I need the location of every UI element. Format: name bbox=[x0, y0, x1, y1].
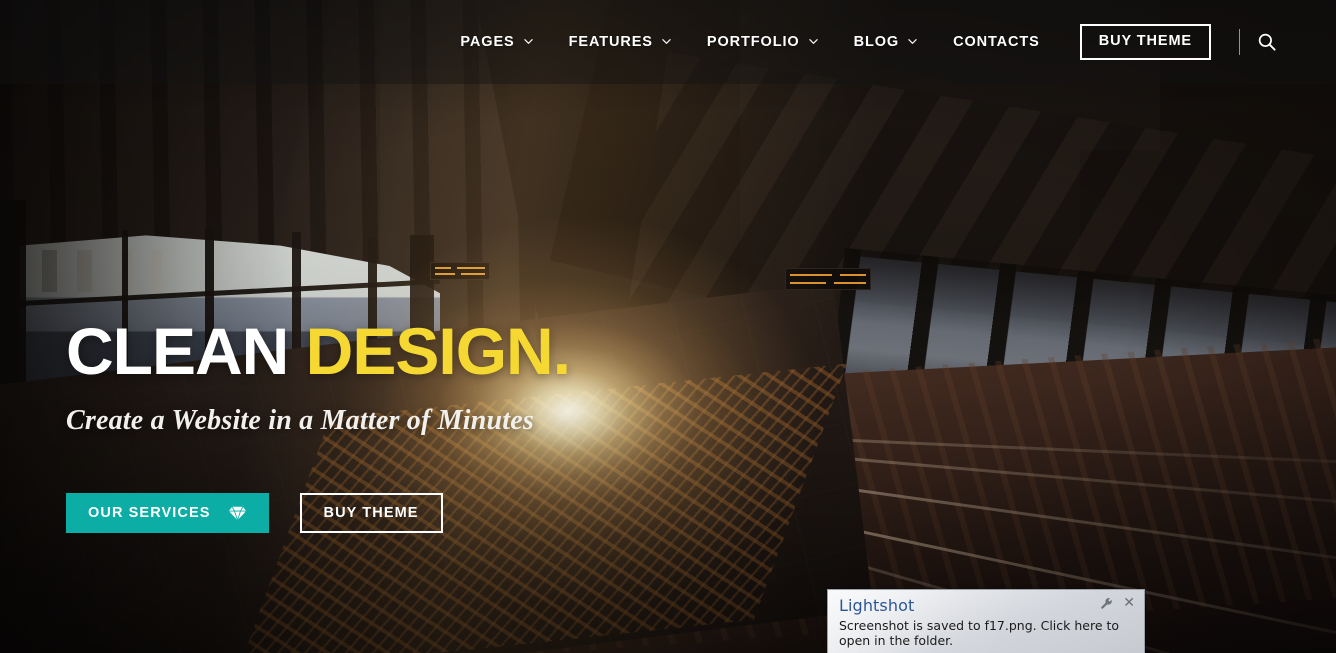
nav-item-features[interactable]: FEATURES bbox=[551, 0, 689, 84]
nav-separator bbox=[1239, 29, 1240, 55]
hero-buy-theme-button[interactable]: BUY THEME bbox=[299, 493, 443, 533]
hero-headline: CLEAN DESIGN. bbox=[66, 318, 571, 384]
nav-label: BLOG bbox=[853, 34, 900, 50]
nav-item-contacts[interactable]: CONTACTS bbox=[935, 0, 1058, 84]
our-services-label: OUR SERVICES bbox=[88, 505, 211, 521]
hero-headline-yellow: DESIGN. bbox=[305, 314, 571, 388]
nav-label: PAGES bbox=[460, 34, 515, 50]
nav-buy-theme-button[interactable]: BUY THEME bbox=[1079, 24, 1211, 60]
station-signboard bbox=[430, 262, 490, 280]
nav-label: PORTFOLIO bbox=[706, 34, 800, 50]
search-icon[interactable] bbox=[1256, 31, 1278, 53]
lightshot-actions: ✕ bbox=[1100, 596, 1135, 610]
lightshot-title: Lightshot bbox=[839, 596, 915, 615]
city-skyline bbox=[22, 250, 272, 292]
main-navigation: PAGES FEATURES PORTFOLIO BLOG CONTACTS B… bbox=[442, 0, 1336, 84]
page-root: PAGES FEATURES PORTFOLIO BLOG CONTACTS B… bbox=[0, 0, 1336, 653]
chevron-down-icon bbox=[808, 37, 818, 46]
hero-headline-white: CLEAN bbox=[66, 314, 289, 388]
our-services-button[interactable]: OUR SERVICES bbox=[66, 493, 269, 533]
hero-subtitle: Create a Website in a Matter of Minutes bbox=[66, 405, 535, 436]
hero-content: CLEAN DESIGN. Create a Website in a Matt… bbox=[66, 318, 571, 533]
lightshot-message: Screenshot is saved to f17.png. Click he… bbox=[839, 618, 1120, 648]
close-icon[interactable]: ✕ bbox=[1123, 596, 1135, 610]
nav-label: CONTACTS bbox=[953, 34, 1040, 50]
nav-item-pages[interactable]: PAGES bbox=[442, 0, 550, 84]
lightshot-notification[interactable]: Lightshot Screenshot is saved to f17.png… bbox=[827, 589, 1145, 653]
site-header: PAGES FEATURES PORTFOLIO BLOG CONTACTS B… bbox=[0, 0, 1336, 84]
nav-item-portfolio[interactable]: PORTFOLIO bbox=[689, 0, 836, 84]
nav-item-blog[interactable]: BLOG bbox=[836, 0, 936, 84]
chevron-down-icon bbox=[908, 37, 917, 46]
chevron-down-icon bbox=[523, 37, 533, 46]
chevron-down-icon bbox=[662, 37, 671, 46]
wrench-icon[interactable] bbox=[1100, 597, 1113, 610]
diamond-icon bbox=[228, 506, 247, 521]
nav-label: FEATURES bbox=[568, 34, 653, 50]
station-signboard bbox=[785, 268, 871, 290]
hero-button-group: OUR SERVICES BUY THEME bbox=[66, 493, 570, 533]
